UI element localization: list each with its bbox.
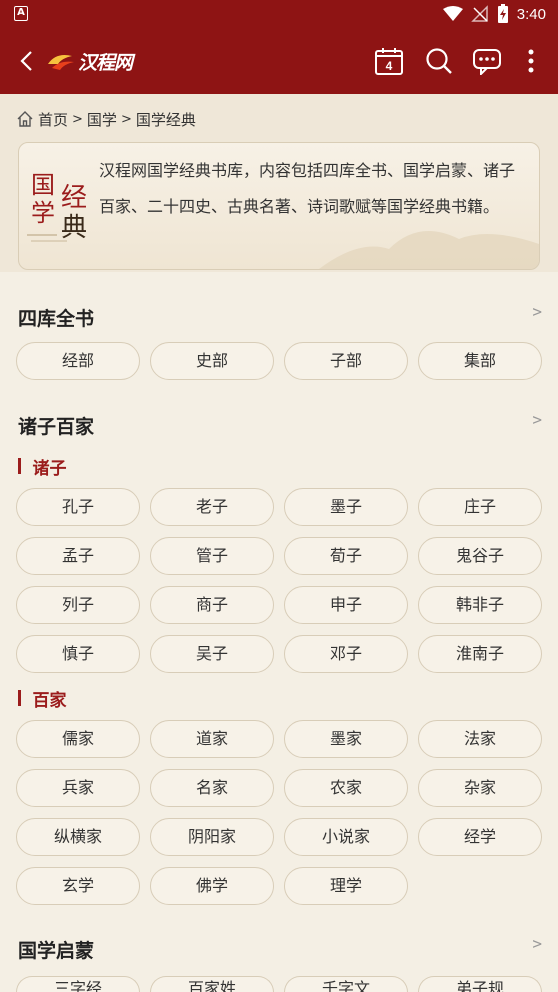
classic-pill[interactable]: 百家姓 — [150, 976, 274, 992]
breadcrumb-separator: > — [120, 111, 132, 127]
breadcrumb-separator: > — [72, 111, 83, 127]
category-pill[interactable]: 集部 — [418, 342, 542, 380]
school-pill[interactable]: 杂家 — [418, 769, 542, 807]
seal-text: 国 经 学 典 — [29, 165, 93, 245]
status-bar: A 3:40 — [0, 0, 558, 28]
status-time: 3:40 — [516, 5, 546, 23]
logo-text: 汉程网 — [78, 51, 133, 74]
wifi-icon — [442, 6, 463, 21]
more-menu-button[interactable] — [512, 42, 550, 80]
school-pill[interactable]: 佛学 — [150, 867, 274, 905]
status-icons: 3:40 — [442, 3, 546, 25]
breadcrumb-current: 国学经典 — [135, 110, 196, 129]
intro-card: 国 经 学 典 汉程网国学经典书库，内容包括四库全书、国学启蒙、诸子百家、二十四… — [18, 142, 540, 270]
philosopher-pill[interactable]: 孟子 — [16, 537, 140, 575]
school-pill[interactable]: 儒家 — [16, 720, 140, 758]
app-bar: 汉程网 4 — [0, 28, 558, 94]
philosopher-pill[interactable]: 邓子 — [284, 635, 408, 673]
category-pill[interactable]: 经部 — [16, 342, 140, 380]
subsection-label: 诸子 — [32, 458, 67, 479]
philosopher-pill[interactable]: 淮南子 — [418, 635, 542, 673]
school-pill[interactable]: 农家 — [284, 769, 408, 807]
subsection-label: 百家 — [32, 690, 67, 711]
breadcrumb: 首页 > 国学 > 国学经典 — [16, 106, 196, 132]
seal-char-xue: 学 — [31, 199, 55, 227]
philosopher-pill[interactable]: 孔子 — [16, 488, 140, 526]
section-title-zhuzi: 诸子百家 — [18, 416, 95, 438]
classic-pill[interactable]: 千字文 — [284, 976, 408, 992]
section-more-zhuzi[interactable]: > — [532, 410, 542, 429]
philosopher-pill[interactable]: 墨子 — [284, 488, 408, 526]
subsection-marker — [18, 458, 21, 474]
school-pill[interactable]: 道家 — [150, 720, 274, 758]
school-pill[interactable]: 墨家 — [284, 720, 408, 758]
notification-a-icon: A — [14, 6, 28, 21]
classic-pill[interactable]: 弟子规 — [418, 976, 542, 992]
calendar-button[interactable]: 4 — [370, 42, 408, 80]
philosopher-pill[interactable]: 鬼谷子 — [418, 537, 542, 575]
search-button[interactable] — [420, 42, 458, 80]
school-pill[interactable]: 兵家 — [16, 769, 140, 807]
breadcrumb-guoxue[interactable]: 国学 — [87, 109, 117, 130]
school-pill[interactable]: 法家 — [418, 720, 542, 758]
subsection-marker — [18, 690, 21, 706]
philosopher-pill[interactable]: 申子 — [284, 586, 408, 624]
back-button[interactable] — [10, 45, 42, 77]
search-icon — [426, 48, 452, 74]
philosopher-pill[interactable]: 商子 — [150, 586, 274, 624]
intro-description: 汉程网国学经典书库，内容包括四库全书、国学启蒙、诸子百家、二十四史、古典名著、诗… — [99, 161, 516, 216]
school-pill[interactable]: 纵横家 — [16, 818, 140, 856]
philosopher-pill[interactable]: 慎子 — [16, 635, 140, 673]
school-pill[interactable]: 小说家 — [284, 818, 408, 856]
app-logo[interactable]: 汉程网 — [46, 48, 133, 74]
philosopher-pill[interactable]: 荀子 — [284, 537, 408, 575]
home-icon — [17, 111, 33, 127]
seal-char-dian: 典 — [61, 213, 88, 243]
section-title-qimeng: 国学启蒙 — [18, 940, 95, 962]
philosopher-pill[interactable]: 韩非子 — [418, 586, 542, 624]
category-pill[interactable]: 史部 — [150, 342, 274, 380]
school-pill[interactable]: 经学 — [418, 818, 542, 856]
subsection-title-baijia: 百家 — [18, 688, 67, 711]
classic-pill[interactable]: 三字经 — [16, 976, 140, 992]
subsection-title-zhuzi: 诸子 — [18, 456, 67, 479]
message-button[interactable] — [468, 42, 506, 80]
section-more-qimeng[interactable]: > — [532, 934, 542, 953]
no-signal-icon — [470, 5, 488, 22]
category-pill[interactable]: 子部 — [284, 342, 408, 380]
chevron-left-icon — [20, 51, 32, 71]
breadcrumb-home[interactable]: 首页 — [38, 109, 68, 130]
svg-text:4: 4 — [386, 59, 393, 73]
school-pill[interactable]: 理学 — [284, 867, 408, 905]
school-pill[interactable]: 名家 — [150, 769, 274, 807]
philosopher-pill[interactable]: 管子 — [150, 537, 274, 575]
philosopher-pill[interactable]: 老子 — [150, 488, 274, 526]
section-title-siku: 四库全书 — [18, 308, 95, 330]
philosopher-pill[interactable]: 列子 — [16, 586, 140, 624]
section-more-siku[interactable]: > — [532, 302, 542, 321]
calendar-4-icon: 4 — [375, 48, 403, 75]
more-vertical-icon — [528, 49, 534, 73]
school-pill[interactable]: 阴阳家 — [150, 818, 274, 856]
message-icon — [473, 49, 501, 75]
battery-charging-icon — [497, 4, 508, 23]
philosopher-pill[interactable]: 庄子 — [418, 488, 542, 526]
philosopher-pill[interactable]: 吴子 — [150, 635, 274, 673]
school-pill[interactable]: 玄学 — [16, 867, 140, 905]
logo-mark-icon — [48, 55, 74, 70]
